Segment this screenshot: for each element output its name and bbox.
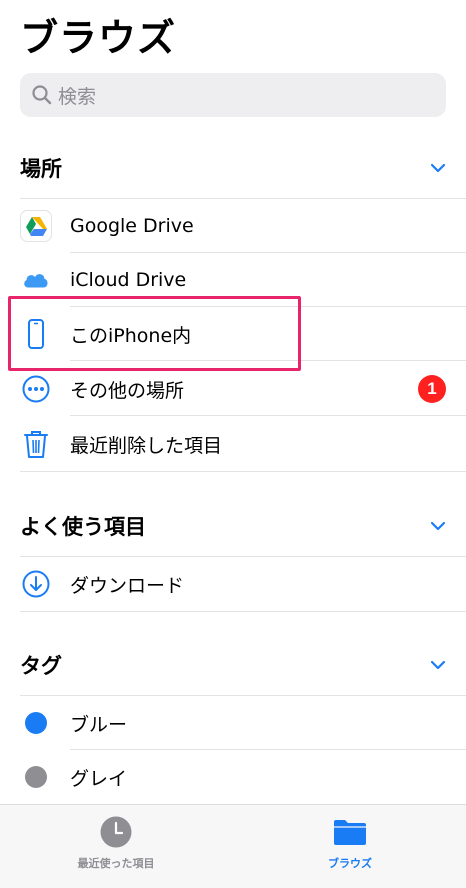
chevron-down-icon[interactable] bbox=[430, 660, 446, 670]
section-header-locations[interactable]: 場所 bbox=[20, 148, 446, 188]
folder-icon bbox=[334, 820, 366, 845]
search-bar[interactable]: 検索 bbox=[20, 73, 446, 117]
more-icon bbox=[20, 373, 52, 405]
icloud-icon bbox=[20, 264, 52, 296]
tag-label: ブルー bbox=[70, 713, 128, 736]
clock-icon bbox=[100, 816, 132, 848]
location-item-other-locations[interactable]: その他の場所 1 bbox=[20, 362, 466, 416]
tag-item-gray[interactable]: グレイ bbox=[20, 750, 466, 804]
section-title-tags: タグ bbox=[20, 654, 62, 678]
tab-bar: 最近使った項目 ブラウズ bbox=[0, 804, 466, 888]
iphone-icon bbox=[20, 318, 52, 350]
tab-browse[interactable]: ブラウズ bbox=[270, 815, 430, 871]
tag-dot-container bbox=[20, 707, 52, 739]
divider bbox=[70, 415, 466, 416]
section-header-tags[interactable]: タグ bbox=[20, 645, 446, 685]
search-placeholder: 検索 bbox=[58, 85, 97, 108]
gray-tag-dot-icon bbox=[25, 766, 47, 788]
divider bbox=[70, 360, 466, 361]
section-title-locations: 場所 bbox=[20, 157, 62, 181]
tag-label: グレイ bbox=[70, 767, 128, 790]
tab-recents-label: 最近使った項目 bbox=[77, 857, 155, 870]
location-label: Google Drive bbox=[70, 215, 194, 237]
chevron-down-icon[interactable] bbox=[430, 163, 446, 173]
location-label: その他の場所 bbox=[70, 379, 185, 402]
tag-dot-container bbox=[20, 761, 52, 793]
favorite-item-downloads[interactable]: ダウンロード bbox=[20, 557, 466, 611]
location-item-icloud-drive[interactable]: iCloud Drive bbox=[20, 253, 466, 307]
trash-icon bbox=[20, 428, 52, 460]
google-drive-icon bbox=[20, 210, 52, 242]
tag-item-blue[interactable]: ブルー bbox=[20, 696, 466, 750]
blue-tag-dot-icon bbox=[25, 712, 47, 734]
tab-recents[interactable]: 最近使った項目 bbox=[36, 815, 196, 871]
page-title: ブラウズ bbox=[20, 16, 177, 60]
tab-browse-label: ブラウズ bbox=[328, 857, 372, 870]
location-label: このiPhone内 bbox=[70, 324, 192, 347]
location-label: 最近削除した項目 bbox=[70, 434, 223, 457]
search-icon bbox=[32, 85, 52, 105]
section-header-favorites[interactable]: よく使う項目 bbox=[20, 506, 446, 546]
divider bbox=[20, 611, 466, 612]
favorite-label: ダウンロード bbox=[70, 574, 185, 597]
location-item-google-drive[interactable]: Google Drive bbox=[20, 199, 466, 253]
notification-badge: 1 bbox=[418, 375, 446, 403]
divider bbox=[20, 471, 466, 472]
location-item-recently-deleted[interactable]: 最近削除した項目 bbox=[20, 417, 466, 471]
chevron-down-icon[interactable] bbox=[430, 521, 446, 531]
download-icon bbox=[20, 568, 52, 600]
location-item-on-my-iphone[interactable]: このiPhone内 bbox=[20, 307, 466, 361]
location-label: iCloud Drive bbox=[70, 269, 187, 291]
section-title-favorites: よく使う項目 bbox=[20, 515, 146, 539]
